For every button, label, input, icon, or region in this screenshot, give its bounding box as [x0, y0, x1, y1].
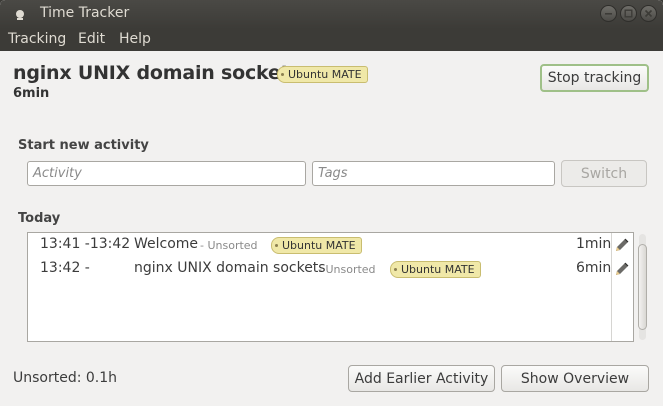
add-earlier-activity-button[interactable]: Add Earlier Activity	[348, 365, 495, 392]
activity-input[interactable]: Activity	[27, 161, 306, 186]
menu-edit[interactable]: Edit	[78, 31, 105, 47]
pencil-icon[interactable]	[613, 260, 631, 278]
row-time: 13:42 -	[40, 260, 90, 276]
maximize-icon	[624, 9, 633, 18]
row-category: - Unsorted	[200, 239, 258, 252]
stop-tracking-button[interactable]: Stop tracking	[540, 64, 649, 92]
app-icon	[16, 10, 24, 20]
row-tag: Ubuntu MATE	[271, 237, 362, 254]
current-activity-duration: 6min	[13, 86, 50, 101]
new-activity-heading: Start new activity	[18, 138, 149, 153]
scroll-thumb[interactable]	[638, 244, 647, 330]
switch-button[interactable]: Switch	[561, 160, 647, 187]
row-duration: 1min	[576, 236, 612, 252]
row-duration: 6min	[576, 260, 612, 276]
menu-tracking[interactable]: Tracking	[8, 31, 66, 47]
today-heading: Today	[18, 211, 61, 226]
row-tag: Ubuntu MATE	[390, 261, 481, 278]
list-item[interactable]: 13:42 - nginx UNIX domain sockets - Unso…	[28, 257, 635, 281]
edit-column-divider	[611, 233, 612, 341]
show-overview-button[interactable]: Show Overview	[501, 365, 649, 392]
minimize-button[interactable]	[600, 5, 617, 22]
today-activity-list: 13:41 -13:42 Welcome - Unsorted Ubuntu M…	[27, 232, 634, 342]
menu-bar: Tracking Edit Help	[0, 29, 663, 51]
row-activity-name: nginx UNIX domain sockets	[134, 260, 326, 276]
minimize-icon	[605, 13, 612, 15]
window-controls	[600, 5, 657, 22]
activity-placeholder: Activity	[33, 166, 82, 181]
menu-help[interactable]: Help	[119, 31, 151, 47]
current-activity-title: nginx UNIX domain sockets	[13, 62, 301, 84]
time-tracker-window: Time Tracker Tracking Edit Help nginx UN…	[0, 0, 663, 406]
row-category: - Unsorted	[318, 263, 376, 276]
title-bar: Time Tracker	[0, 0, 663, 29]
list-scrollbar[interactable]	[636, 234, 649, 340]
unsorted-total: Unsorted: 0.1h	[13, 370, 118, 386]
window-title: Time Tracker	[40, 5, 130, 21]
close-icon	[644, 9, 653, 18]
maximize-button[interactable]	[620, 5, 637, 22]
tags-placeholder: Tags	[318, 166, 348, 181]
current-activity-tag: Ubuntu MATE	[277, 66, 368, 83]
pencil-icon[interactable]	[613, 236, 631, 254]
row-activity-name: Welcome	[134, 236, 199, 252]
close-button[interactable]	[640, 5, 657, 22]
tags-input[interactable]: Tags	[312, 161, 555, 186]
row-time: 13:41 -13:42	[40, 236, 131, 252]
list-item[interactable]: 13:41 -13:42 Welcome - Unsorted Ubuntu M…	[28, 233, 635, 257]
